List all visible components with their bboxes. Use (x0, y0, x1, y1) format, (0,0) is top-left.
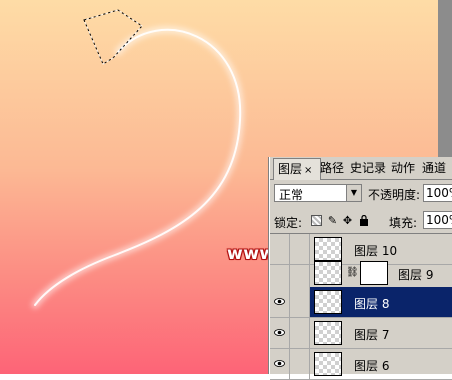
lock-transparent-icon[interactable] (311, 215, 322, 226)
layer-row[interactable]: 图层 6 (270, 349, 452, 380)
layer-name: 图层 6 (354, 359, 390, 373)
visibility-toggle[interactable] (270, 258, 290, 288)
tab-paths[interactable]: 路径 (320, 159, 348, 178)
blend-row: 正常 ▼ 不透明度: 100% (270, 181, 452, 207)
link-cell[interactable] (290, 287, 310, 317)
workspace-gray-edge (438, 0, 452, 158)
tab-layers[interactable]: 图层 × (273, 158, 321, 180)
link-cell[interactable] (290, 318, 310, 348)
panel-tabs: 图层 × 路径 史记录 动作 通道 (270, 157, 452, 180)
layer-mask-thumbnail[interactable] (360, 261, 388, 285)
tab-channels[interactable]: 通道 (422, 159, 452, 178)
link-cell[interactable] (290, 349, 310, 379)
visibility-toggle[interactable] (270, 318, 290, 348)
layers-panel: 图层× 路径 史记录 动作 通道 正常 ▼ 不透明度: 100% 锁定: ✎ ✥… (269, 157, 452, 380)
tab-history[interactable]: 史记录 (350, 159, 388, 178)
blend-mode-value: 正常 (279, 188, 304, 202)
layer-name: 图层 7 (354, 328, 390, 342)
tab-actions[interactable]: 动作 (391, 159, 419, 178)
lock-row: 锁定: ✎ ✥ 填充: 100% (270, 209, 452, 234)
layer-row-selected[interactable]: 图层 8 (270, 287, 452, 318)
layer-row[interactable]: 图层 7 (270, 318, 452, 349)
opacity-label: 不透明度: (368, 188, 421, 202)
fill-label: 填充: (389, 216, 418, 230)
layer-thumbnail (314, 352, 342, 376)
lock-move-icon[interactable]: ✥ (342, 215, 353, 226)
chevron-down-icon[interactable]: ▼ (346, 185, 361, 201)
eye-icon (274, 360, 285, 367)
chain-link-icon[interactable]: ⛓ (346, 267, 359, 278)
tab-layers-label: 图层 (278, 162, 303, 176)
opacity-input[interactable]: 100% (423, 184, 452, 202)
layer-row[interactable]: ⛓ 图层 9 (270, 258, 452, 289)
lock-all-icon[interactable] (358, 214, 369, 226)
layer-name: 图层 10 (354, 244, 398, 258)
fill-input[interactable]: 100% (423, 211, 452, 229)
layer-name: 图层 8 (354, 297, 390, 311)
link-cell[interactable] (290, 258, 310, 288)
layer-name: 图层 9 (398, 268, 434, 282)
layer-thumbnail (314, 321, 342, 345)
eye-icon (274, 329, 285, 336)
lock-label: 锁定: (274, 216, 303, 230)
layer-thumbnail (314, 290, 342, 314)
eye-icon (274, 298, 285, 305)
visibility-toggle[interactable] (270, 349, 290, 379)
layer-thumbnail (314, 261, 342, 285)
blend-mode-select[interactable]: 正常 ▼ (274, 184, 362, 202)
visibility-toggle[interactable] (270, 287, 290, 317)
close-icon[interactable]: × (304, 165, 312, 176)
lock-paint-icon[interactable]: ✎ (327, 215, 338, 226)
